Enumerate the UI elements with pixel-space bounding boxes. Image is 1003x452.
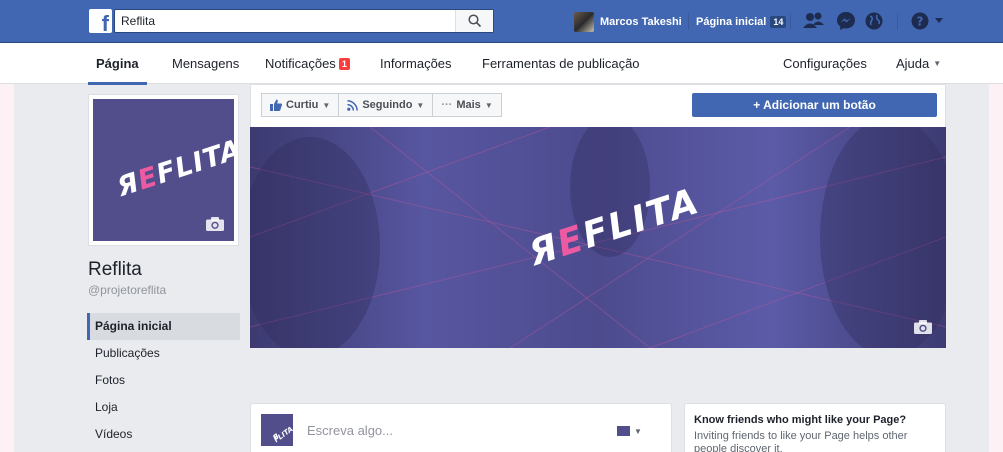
post-composer: ЯEFLITA ▼	[250, 403, 672, 452]
divider	[790, 13, 791, 30]
add-button[interactable]: + Adicionar um botão	[692, 93, 937, 117]
page-username[interactable]: @projetoreflita	[88, 283, 166, 297]
left-nav-item-videos[interactable]: Vídeos	[87, 421, 240, 448]
camera-icon[interactable]	[914, 320, 932, 334]
chevron-down-icon: ▼	[634, 426, 642, 436]
tab-ajuda[interactable]: Ajuda ▼	[896, 43, 941, 84]
chevron-down-icon: ▼	[416, 100, 425, 110]
tab-ferramentas[interactable]: Ferramentas de publicação	[482, 43, 640, 84]
page-avatar-mini	[617, 426, 630, 436]
home-label: Página inicial	[696, 16, 767, 28]
tab-informacoes-label: Informações	[380, 56, 452, 71]
left-nav-item-pagina-inicial[interactable]: Página inicial	[87, 313, 240, 340]
profile-picture-image: ЯEFLITA	[93, 99, 234, 241]
left-nav-item-loja[interactable]: Loja	[87, 394, 240, 421]
tab-notificacoes-label: Notificações	[265, 56, 336, 71]
invite-title: Know friends who might like your Page?	[694, 414, 907, 426]
search-button[interactable]	[455, 10, 493, 32]
tab-mensagens[interactable]: Mensagens	[172, 43, 239, 84]
more-button[interactable]: ··· Mais ▼	[433, 93, 502, 117]
tab-configuracoes-label: Configurações	[783, 56, 867, 71]
chevron-down-icon: ▼	[484, 100, 493, 110]
tab-pagina[interactable]: Página	[88, 43, 147, 85]
chevron-down-icon: ▼	[322, 100, 331, 110]
page-title[interactable]: Reflita	[88, 259, 142, 281]
invite-friends-box: Know friends who might like your Page? I…	[684, 403, 946, 452]
home-count-badge: 14	[770, 16, 787, 28]
search-input[interactable]	[115, 10, 455, 32]
tab-pagina-label: Página	[96, 56, 139, 71]
tab-informacoes[interactable]: Informações	[380, 43, 452, 84]
chevron-down-icon: ▼	[933, 59, 942, 68]
avatar	[574, 12, 594, 32]
divider	[688, 13, 689, 30]
user-name: Marcos Takeshi	[600, 16, 682, 28]
rss-feed-icon	[347, 99, 359, 111]
invite-text: Inviting friends to like your Page helps…	[694, 430, 908, 452]
messenger-icon[interactable]	[836, 11, 856, 31]
help-menu-icon[interactable]: ?	[910, 11, 946, 31]
tab-notificacoes[interactable]: Notificações 1	[265, 43, 350, 84]
composer-input[interactable]	[307, 420, 587, 440]
post-as-selector[interactable]: ▼	[617, 426, 642, 436]
left-nav-item-publicacoes[interactable]: Publicações	[87, 340, 240, 367]
following-button[interactable]: Seguindo ▼	[339, 93, 434, 117]
cover-photo[interactable]: ЯEFLITA	[250, 127, 946, 348]
thumbs-up-icon	[270, 99, 282, 111]
search-icon	[468, 14, 482, 28]
logo-rest: FLITA	[272, 425, 293, 445]
tab-configuracoes[interactable]: Configurações	[783, 43, 867, 84]
user-profile-link[interactable]: Marcos Takeshi	[574, 12, 682, 32]
cover-section: Curtiu ▼ Seguindo ▼ ··· Mais ▼ + Adicion…	[250, 84, 946, 348]
tab-ferramentas-label: Ferramentas de publicação	[482, 56, 640, 71]
avatar: Я E FLITA	[261, 414, 293, 446]
like-button-label: Curtiu	[286, 99, 319, 111]
logo-rest: FLITA	[152, 133, 234, 191]
page-tab-nav: Página Mensagens Notificações 1 Informaçõ…	[0, 43, 1003, 85]
globe-notifications-icon[interactable]	[864, 11, 884, 31]
notification-badge: 1	[338, 58, 350, 70]
following-button-label: Seguindo	[362, 99, 413, 111]
like-button[interactable]: Curtiu ▼	[261, 93, 340, 117]
profile-picture[interactable]: ЯEFLITA	[88, 94, 239, 246]
page-action-buttons: Curtiu ▼ Seguindo ▼ ··· Mais ▼	[261, 93, 502, 117]
search-box	[114, 9, 494, 33]
more-button-label: Mais	[456, 99, 481, 111]
facebook-logo-icon[interactable]: f	[89, 9, 112, 33]
svg-text:?: ?	[917, 15, 924, 29]
divider	[897, 13, 898, 30]
tab-ajuda-label: Ajuda	[896, 56, 930, 71]
camera-icon[interactable]	[206, 217, 224, 231]
top-bar: f Marcos Takeshi Página inicial 14 ?	[0, 0, 1003, 43]
reflita-logo: ЯEFLITA	[113, 134, 234, 203]
tab-mensagens-label: Mensagens	[172, 56, 240, 71]
left-nav: Página inicial Publicações Fotos Loja Ví…	[87, 313, 240, 448]
left-nav-item-fotos[interactable]: Fotos	[87, 367, 240, 394]
friend-requests-icon[interactable]	[803, 11, 825, 31]
ellipsis-icon: ···	[441, 99, 453, 111]
home-link[interactable]: Página inicial 14	[696, 12, 787, 32]
